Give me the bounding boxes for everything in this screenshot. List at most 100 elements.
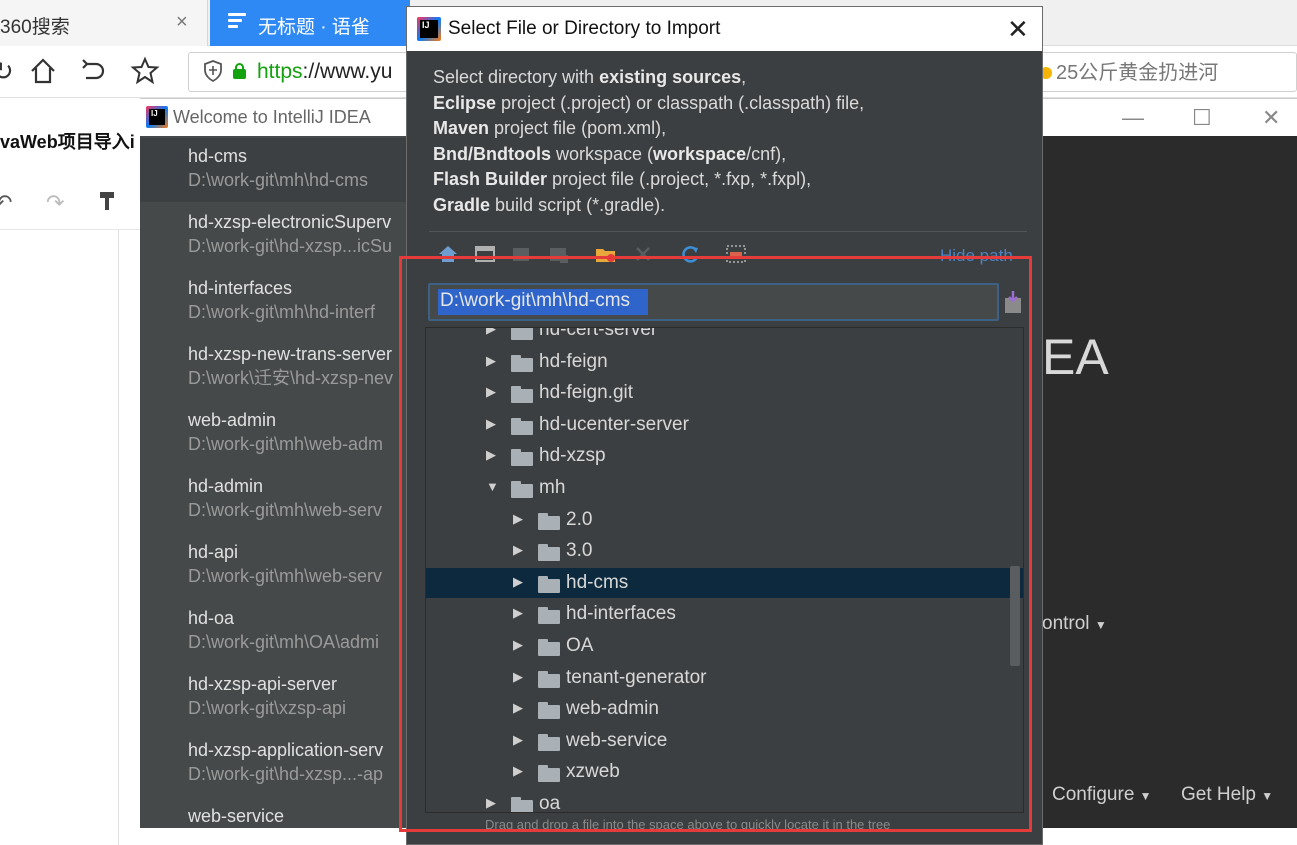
tree-row[interactable]: ▶ hd-cert-server — [426, 328, 1023, 345]
undo-icon[interactable]: ↶ — [0, 190, 12, 216]
project-folder-icon[interactable] — [511, 243, 533, 265]
folder-icon — [538, 639, 560, 656]
module-folder-icon[interactable] — [548, 243, 570, 265]
folder-name: 2.0 — [566, 508, 593, 530]
expand-right-arrow-icon[interactable]: ▶ — [486, 447, 500, 463]
expand-right-arrow-icon[interactable]: ▶ — [486, 416, 500, 432]
project-path: D:\work-git\mh\hd-cms — [188, 170, 369, 190]
recent-project-item[interactable]: hd-admin D:\work-git\mh\web-serv — [188, 474, 382, 522]
url-text[interactable]: https://www.yu — [257, 60, 392, 84]
expand-right-arrow-icon[interactable]: ▶ — [513, 574, 527, 590]
expand-right-arrow-icon[interactable]: ▶ — [486, 795, 500, 811]
folder-icon — [538, 512, 560, 530]
browser-tab-yuque[interactable]: 无标题 · 语雀 — [210, 0, 410, 46]
logo-text: IJ — [420, 20, 438, 38]
home-icon[interactable] — [28, 56, 58, 92]
recent-project-item[interactable]: hd-xzsp-api-server D:\work-git\xzsp-api — [188, 672, 346, 720]
recent-project-item[interactable]: web-admin D:\work-git\mh\web-adm — [188, 408, 383, 456]
window-title: Welcome to IntelliJ IDEA — [173, 107, 371, 127]
yuque-doc-icon — [228, 13, 248, 33]
browser-tab-360-search[interactable]: 360搜索 × — [0, 0, 208, 46]
undo-icon[interactable] — [78, 56, 108, 92]
expand-right-arrow-icon[interactable]: ▶ — [513, 637, 527, 653]
get-help-menu[interactable]: Get Help ▼ — [1181, 784, 1273, 806]
maximize-icon[interactable]: ☐ — [1192, 105, 1212, 131]
checkout-version-control[interactable]: ontrol ▼ — [1042, 613, 1107, 635]
expand-right-arrow-icon[interactable]: ▶ — [486, 353, 500, 369]
new-folder-icon[interactable] — [595, 243, 617, 265]
recent-project-item[interactable]: hd-oa D:\work-git\mh\OA\admi — [188, 606, 379, 654]
project-path: D:\work-git\mh\hd-interf — [188, 302, 376, 322]
recent-project-item[interactable]: hd-cms D:\work-git\mh\hd-cms — [188, 144, 368, 192]
path-history-icon[interactable] — [1004, 290, 1022, 314]
folder-name: web-service — [566, 729, 668, 751]
tree-row[interactable]: ▶ 2.0 — [426, 505, 1023, 535]
description-text: project file (.project, *.fxp, *.fxpl), — [547, 169, 812, 190]
redo-icon[interactable]: ↷ — [46, 190, 64, 216]
tree-row[interactable]: ▶ hd-cms — [426, 567, 1023, 598]
description-line: Flash Builder project file (.project, *.… — [433, 167, 1033, 193]
tree-row[interactable]: ▶ hd-interfaces — [426, 599, 1023, 629]
expand-down-arrow-icon[interactable]: ▼ — [486, 479, 500, 495]
format-painter-icon[interactable] — [98, 190, 116, 218]
tree-row[interactable]: ▶ hd-feign — [426, 347, 1023, 377]
welcome-main-panel: EA ontrol ▼ Configure ▼ Get Help ▼ — [1042, 136, 1297, 828]
tab-label: 360搜索 — [0, 17, 70, 38]
intellij-logo-icon: IJ — [146, 106, 168, 128]
tree-row[interactable]: ▶ 3.0 — [426, 536, 1023, 566]
tree-row[interactable]: ▶ hd-feign.git — [426, 378, 1023, 408]
search-suggestion[interactable]: 25公斤黄金扔进河 — [1040, 56, 1218, 85]
tree-row[interactable]: ▶ hd-ucenter-server — [426, 410, 1023, 440]
expand-right-arrow-icon[interactable]: ▶ — [513, 669, 527, 685]
project-name: hd-xzsp-api-server — [188, 674, 338, 694]
expand-right-arrow-icon[interactable]: ▶ — [513, 700, 527, 716]
close-icon[interactable]: ✕ — [1262, 105, 1280, 131]
tree-row[interactable]: ▶ oa — [426, 789, 1023, 812]
tree-row[interactable]: ▶ tenant-generator — [426, 663, 1023, 693]
expand-right-arrow-icon[interactable]: ▶ — [513, 511, 527, 527]
tree-row[interactable]: ▶ web-service — [426, 726, 1023, 756]
directory-tree[interactable]: ▶ hd-cert-server ▶ hd-feign ▶ hd-feign.git ▶ hd… — [425, 327, 1024, 813]
product-name-partial: EA — [1042, 329, 1109, 385]
recent-project-item[interactable]: hd-xzsp-application-serv D:\work-git\hd-x… — [188, 738, 383, 786]
close-icon[interactable]: ✕ — [1007, 14, 1029, 45]
expand-right-arrow-icon[interactable]: ▶ — [513, 763, 527, 779]
hide-path-link[interactable]: Hide path — [940, 246, 1013, 266]
recent-project-item[interactable]: web-service — [188, 804, 284, 828]
refresh-icon[interactable] — [679, 243, 701, 265]
project-name: hd-xzsp-electronicSuperv — [188, 212, 392, 232]
expand-right-arrow-icon[interactable]: ▶ — [486, 384, 500, 400]
project-path: D:\work-git\mh\web-serv — [188, 566, 383, 586]
desktop-icon[interactable] — [474, 243, 496, 265]
delete-icon[interactable] — [632, 243, 654, 265]
recent-project-item[interactable]: hd-interfaces D:\work-git\mh\hd-interf — [188, 276, 375, 324]
project-name: hd-admin — [188, 476, 264, 496]
drag-drop-hint: Drag and drop a file into the space abov… — [485, 817, 891, 832]
description-keyword: Flash Builder — [433, 169, 548, 190]
refresh-icon[interactable]: ↻ — [0, 56, 14, 86]
show-hidden-icon[interactable] — [725, 243, 747, 265]
expand-right-arrow-icon[interactable]: ▶ — [513, 605, 527, 621]
tree-scrollbar[interactable] — [1010, 566, 1020, 666]
description-line: Maven project file (pom.xml), — [433, 116, 1033, 142]
tree-row[interactable]: ▶ OA — [426, 631, 1023, 661]
configure-menu[interactable]: Configure ▼ — [1052, 784, 1152, 806]
recent-project-item[interactable]: hd-xzsp-electronicSuperv D:\work-git\hd-x… — [188, 210, 392, 258]
tree-row[interactable]: ▼ mh — [426, 473, 1023, 503]
home-icon[interactable] — [437, 243, 459, 265]
folder-name: hd-ucenter-server — [539, 413, 689, 435]
shield-icon[interactable] — [203, 60, 223, 88]
tree-row[interactable]: ▶ xzweb — [426, 757, 1023, 787]
description-text: project file (pom.xml), — [489, 118, 667, 139]
recent-project-item[interactable]: hd-api D:\work-git\mh\web-serv — [188, 540, 382, 588]
expand-right-arrow-icon[interactable]: ▶ — [513, 732, 527, 748]
tree-row[interactable]: ▶ web-admin — [426, 694, 1023, 724]
expand-right-arrow-icon[interactable]: ▶ — [486, 328, 500, 337]
tree-row[interactable]: ▶ hd-xzsp — [426, 441, 1023, 471]
path-field[interactable]: D:\work-git\mh\hd-cms — [428, 283, 999, 321]
expand-right-arrow-icon[interactable]: ▶ — [513, 542, 527, 558]
recent-project-item[interactable]: hd-xzsp-new-trans-server D:\work\迁安\hd-xz… — [188, 342, 393, 390]
bookmark-star-icon[interactable] — [130, 56, 160, 92]
minimize-icon[interactable]: — — [1122, 105, 1144, 131]
tab-close-icon[interactable]: × — [176, 11, 188, 34]
